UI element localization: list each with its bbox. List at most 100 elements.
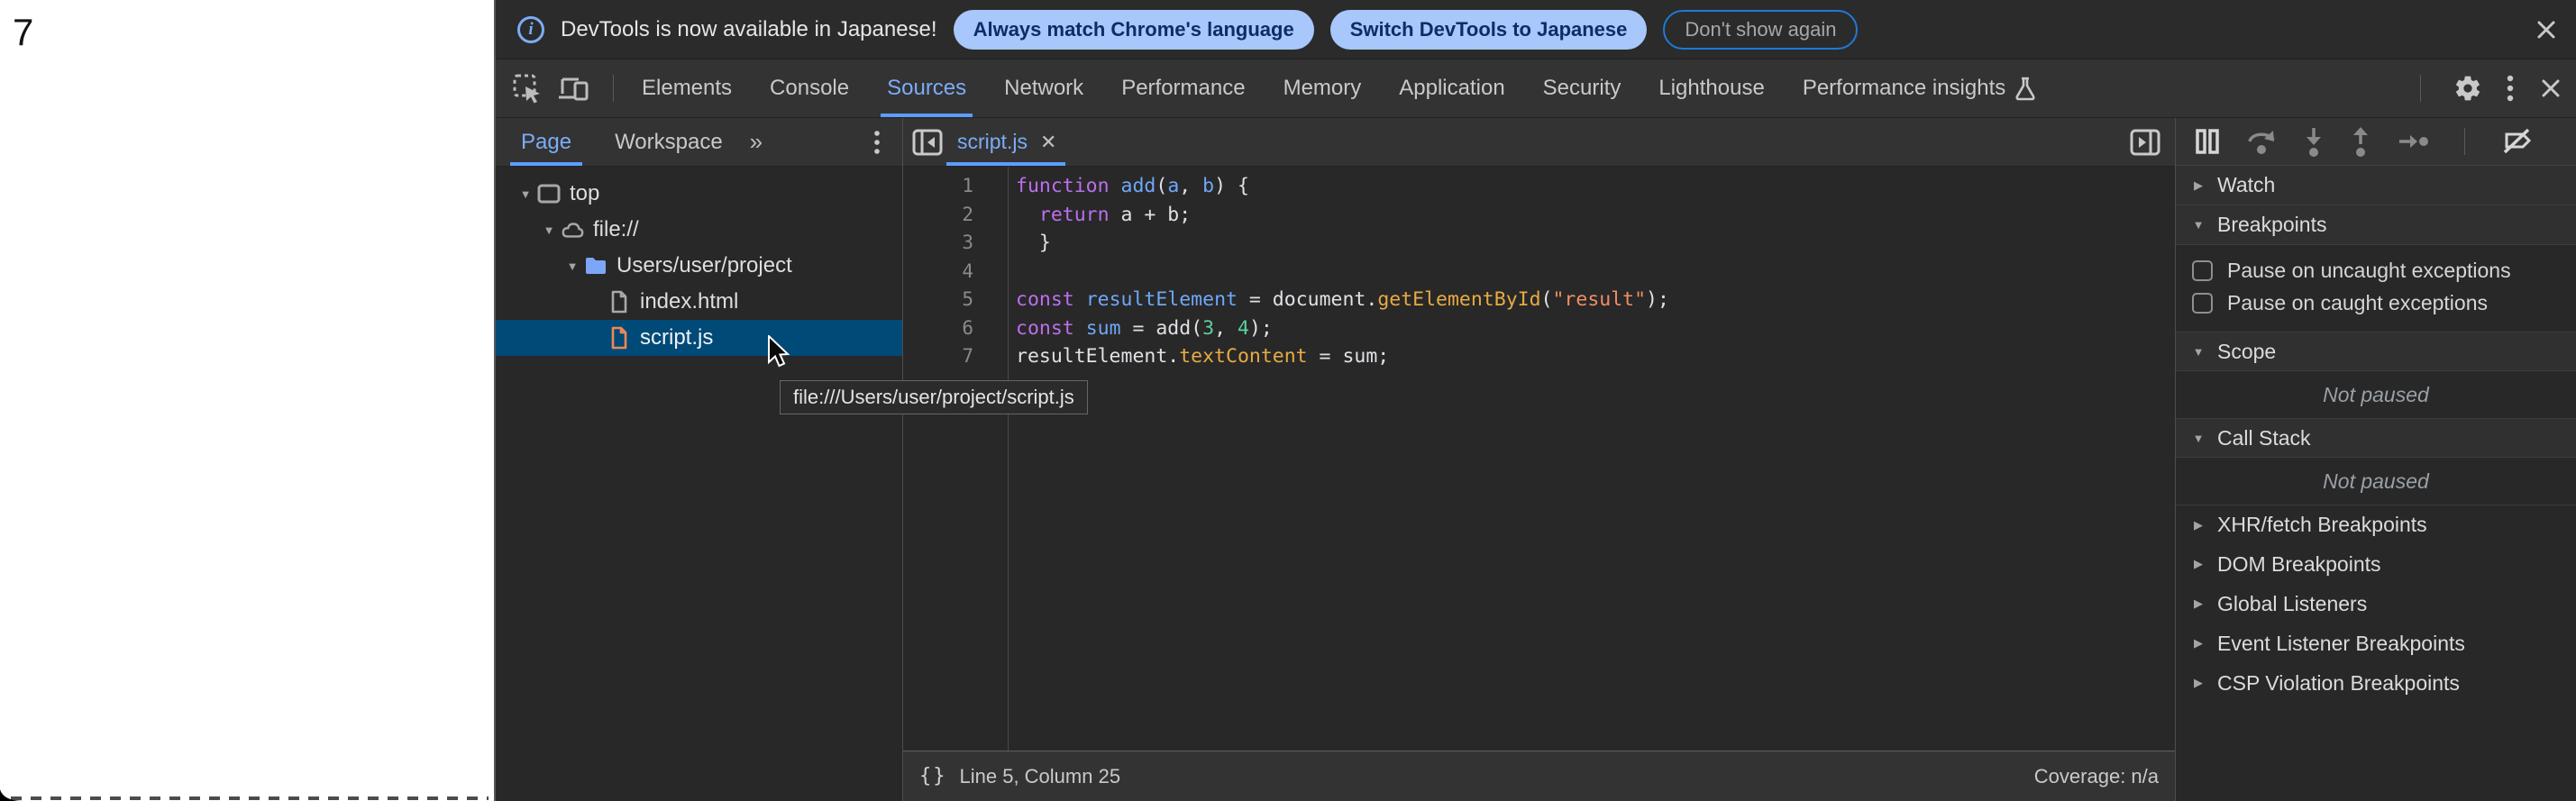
clipped-cursor-fragment <box>0 789 23 801</box>
disclosure-arrow-icon: ▶ <box>2190 676 2206 690</box>
code-line: resultElement.textContent = sum; <box>1016 342 1669 371</box>
section-breakpoints[interactable]: ▼ Breakpoints <box>2176 205 2576 245</box>
section-label: Call Stack <box>2217 426 2311 451</box>
code-line <box>1016 258 1669 287</box>
disclosure-arrow-icon: ▶ <box>2190 636 2206 651</box>
device-toolbar-icon[interactable] <box>557 74 589 103</box>
tree-item-label: top <box>570 181 599 206</box>
disclosure-arrow-icon[interactable]: ▼ <box>562 259 582 273</box>
checkbox-box[interactable] <box>2192 260 2213 281</box>
disclosure-arrow-icon: ▼ <box>2190 218 2206 232</box>
flask-icon <box>2014 76 2036 101</box>
section-event-listener-breakpoints[interactable]: ▶ Event Listener Breakpoints <box>2176 624 2576 663</box>
don-t-show-again-button[interactable]: Don't show again <box>1663 10 1858 50</box>
code-line: } <box>1016 229 1669 258</box>
tab-memory[interactable]: Memory <box>1265 59 1381 117</box>
section-label: XHR/fetch Breakpoints <box>2217 513 2427 537</box>
sources-panel: Page Workspace » ▼ top ▼file://▼Users/user… <box>496 118 2576 801</box>
show-debugger-sidebar-icon[interactable] <box>2130 129 2160 156</box>
checkbox-pause-on-uncaught-exceptions[interactable]: Pause on uncaught exceptions <box>2176 254 2576 287</box>
checkbox-box[interactable] <box>2192 293 2213 314</box>
page-result-text: 7 <box>13 11 33 54</box>
more-options-icon[interactable] <box>2506 73 2515 104</box>
tab-elements[interactable]: Elements <box>623 59 751 117</box>
disclosure-arrow-icon: ▶ <box>2190 557 2206 571</box>
section-label: DOM Breakpoints <box>2217 552 2381 577</box>
section-csp-violation-breakpoints[interactable]: ▶CSP Violation Breakpoints <box>2176 663 2576 703</box>
section-watch[interactable]: ▶Watch <box>2176 166 2576 205</box>
tab-label: Network <box>1004 76 1083 101</box>
always-match-chrome-s-language-button[interactable]: Always match Chrome's language <box>954 10 1314 50</box>
tree-item-users-user-project[interactable]: ▼Users/user/project <box>496 248 902 284</box>
navigator-pane: Page Workspace » ▼ top ▼file://▼Users/user… <box>496 118 903 801</box>
switch-devtools-to-japanese-button[interactable]: Switch DevTools to Japanese <box>1330 10 1648 50</box>
section-global-listeners[interactable]: ▶Global Listeners <box>2176 584 2576 624</box>
close-tab-icon[interactable]: ✕ <box>1040 131 1056 154</box>
code-line: const sum = add(3, 4); <box>1016 314 1669 343</box>
code-content: function add(a, b) { return a + b; } con… <box>1009 167 1669 751</box>
frame-icon <box>537 182 561 205</box>
step-over-icon[interactable] <box>2246 127 2277 156</box>
section-xhr-fetch-breakpoints[interactable]: ▶XHR/fetch Breakpoints <box>2176 505 2576 544</box>
section-scope[interactable]: ▼ Scope <box>2176 332 2576 371</box>
section-label: Scope <box>2217 340 2276 364</box>
section-label: Event Listener Breakpoints <box>2217 632 2465 656</box>
tab-console[interactable]: Console <box>751 59 868 117</box>
tab-application[interactable]: Application <box>1380 59 1523 117</box>
step-icon[interactable] <box>2398 132 2428 150</box>
notification-bar: i DevTools is now available in Japanese!… <box>496 0 2576 59</box>
tree-item-script-js[interactable]: script.js <box>496 320 902 356</box>
deactivate-breakpoints-icon[interactable] <box>2501 127 2534 156</box>
pause-script-icon[interactable] <box>2196 128 2219 155</box>
tab-label: Elements <box>642 76 732 101</box>
tab-sources[interactable]: Sources <box>868 59 985 117</box>
coverage-status: Coverage: n/a <box>2034 765 2159 788</box>
navigator-menu-icon[interactable] <box>873 129 881 156</box>
tree-item-file[interactable]: ▼file:// <box>496 212 902 248</box>
editor-status-bar: {} Line 5, Column 25 Coverage: n/a <box>903 751 2175 801</box>
section-label: Global Listeners <box>2217 592 2367 616</box>
cloud-icon <box>561 218 584 241</box>
section-dom-breakpoints[interactable]: ▶ DOM Breakpoints <box>2176 544 2576 584</box>
tab-lighthouse[interactable]: Lighthouse <box>1640 59 1783 117</box>
tree-item-top[interactable]: ▼ top <box>496 176 902 212</box>
debugger-sidebar: ▶Watch ▼ Breakpoints Pause on uncaught exce… <box>2175 118 2576 801</box>
disclosure-arrow-icon[interactable]: ▼ <box>516 187 535 201</box>
file-tree: ▼ top ▼file://▼Users/user/projectindex.htm… <box>496 167 902 801</box>
tab-workspace[interactable]: Workspace <box>593 118 744 166</box>
tab-performance[interactable]: Performance <box>1102 59 1264 117</box>
tree-item-index-html[interactable]: index.html <box>496 284 902 320</box>
toolbar-divider <box>2420 75 2421 102</box>
section-call-stack[interactable]: ▼ Call Stack <box>2176 418 2576 458</box>
editor-tab-scriptjs[interactable]: script.js ✕ <box>943 118 1071 166</box>
more-tabs-icon[interactable]: » <box>744 128 768 156</box>
section-placeholder: Not paused <box>2176 458 2576 505</box>
code-editor[interactable]: 1234567 function add(a, b) { return a + … <box>903 167 2175 751</box>
tab-label: Sources <box>887 76 966 101</box>
step-into-icon[interactable] <box>2304 126 2324 157</box>
inspect-element-icon[interactable] <box>512 73 543 104</box>
main-toolbar: Elements Console Sources Network Performance… <box>496 59 2576 118</box>
disclosure-arrow-icon: ▼ <box>2190 345 2206 359</box>
checkbox-label: Pause on uncaught exceptions <box>2227 259 2511 283</box>
tab-label: Performance <box>1121 76 1245 101</box>
tab-page[interactable]: Page <box>499 118 593 166</box>
debugger-sections: ▶Watch ▼ Breakpoints Pause on uncaught exce… <box>2176 166 2576 703</box>
settings-gear-icon[interactable] <box>2453 74 2482 103</box>
page-bottom-dashed-line <box>11 796 489 800</box>
step-out-icon[interactable] <box>2351 126 2370 157</box>
disclosure-arrow-icon[interactable]: ▼ <box>539 223 559 237</box>
hide-navigator-icon[interactable] <box>912 129 943 156</box>
tab-performance-insights[interactable]: Performance insights <box>1784 59 2055 117</box>
pretty-print-icon[interactable]: {} <box>919 765 947 787</box>
tab-security[interactable]: Security <box>1524 59 1640 117</box>
tree-item-label: script.js <box>640 325 713 350</box>
close-devtools-icon[interactable] <box>2538 76 2563 101</box>
close-notification-icon[interactable] <box>2533 16 2560 43</box>
folder-icon <box>584 254 607 278</box>
checkbox-pause-on-caught-exceptions[interactable]: Pause on caught exceptions <box>2176 287 2576 319</box>
disclosure-arrow-icon: ▼ <box>2190 432 2206 445</box>
info-icon: i <box>517 16 544 43</box>
tab-network[interactable]: Network <box>985 59 1102 117</box>
section-label: Breakpoints <box>2217 213 2326 237</box>
